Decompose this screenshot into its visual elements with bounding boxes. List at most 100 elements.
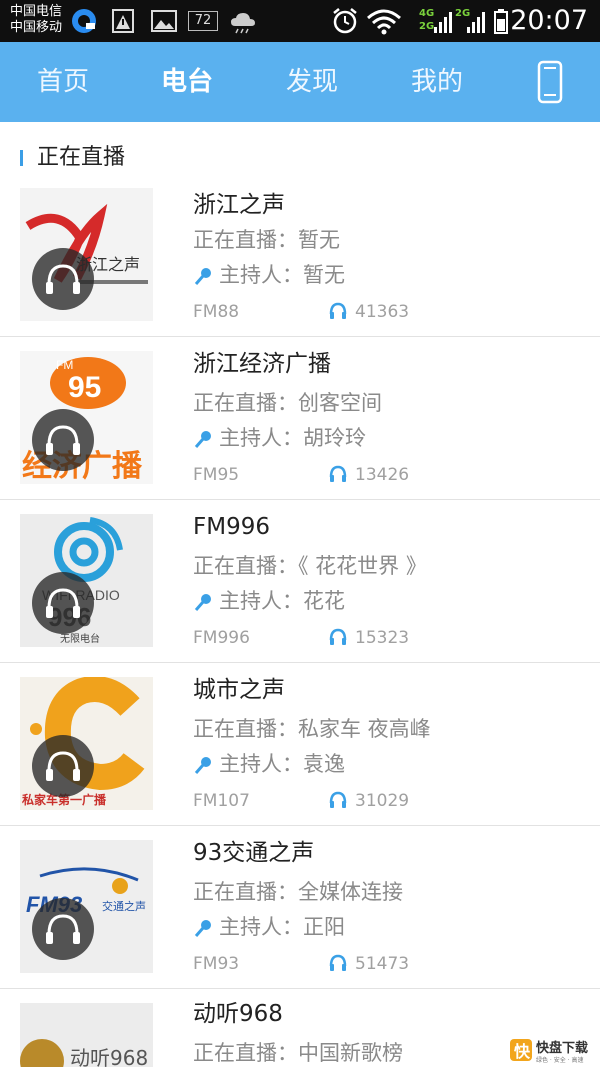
- listener-count: 51473: [328, 953, 409, 975]
- listener-count-value: 13426: [355, 465, 410, 485]
- listener-count: 13426: [328, 464, 409, 486]
- host-line: 主持人：暂无: [193, 261, 345, 289]
- frequency: FM88: [193, 302, 240, 322]
- live-program: 正在直播：创客空间: [193, 389, 382, 417]
- status-bar: 中国电信 中国移动 72 4G 2G 2G 20:07: [0, 0, 600, 42]
- wifi-icon: [367, 9, 401, 35]
- station-logo: FM 95 经济广播: [20, 351, 153, 484]
- phone-device-icon[interactable]: [530, 60, 570, 106]
- station-item[interactable]: WIFI RADIO 996 无限电台 FM996 正在直播：《 花花世界 》 …: [0, 500, 600, 663]
- headphones-icon: [46, 425, 80, 455]
- listener-count: 31029: [328, 790, 409, 812]
- live-program-name: 暂无: [298, 228, 340, 252]
- station-name: 浙江之声: [193, 192, 285, 218]
- host-line: 主持人：花花: [193, 587, 345, 615]
- kuaipan-watermark-logo: 快 快盘下载 绿色 · 安全 · 高速: [510, 1039, 588, 1064]
- microphone-icon: [194, 920, 211, 937]
- station-name: 浙江经济广播: [193, 351, 331, 377]
- station-logo: 私家车第一广播: [20, 677, 153, 810]
- listener-count: 41363: [328, 301, 409, 323]
- carrier-2: 中国移动: [10, 20, 63, 35]
- microphone-icon: [194, 757, 211, 774]
- live-program: 正在直播：中国新歌榜: [193, 1039, 403, 1067]
- notification-badge: 72: [188, 11, 218, 31]
- headphones-icon: [46, 751, 80, 781]
- frequency: FM95: [193, 465, 240, 485]
- station-item[interactable]: 浙江之声 浙江之声 正在直播：暂无 主持人：暂无 FM88 41363: [0, 188, 600, 337]
- host-line: 主持人：正阳: [193, 913, 345, 941]
- host-prefix: 主持人：: [219, 589, 303, 613]
- section-accent-bar: [20, 150, 23, 166]
- play-button[interactable]: [32, 409, 94, 471]
- signal-1-icon: [434, 12, 452, 33]
- play-button[interactable]: [32, 898, 94, 960]
- host-prefix: 主持人：: [219, 915, 303, 939]
- host-name: 袁逸: [303, 752, 345, 776]
- listener-count-value: 31029: [355, 791, 410, 811]
- live-prefix: 正在直播：: [193, 717, 298, 741]
- live-prefix: 正在直播：: [193, 554, 298, 578]
- svg-text:交通之声: 交通之声: [102, 899, 146, 913]
- headphones-small-icon: [329, 302, 347, 319]
- host-prefix: 主持人：: [219, 752, 303, 776]
- section-title: 正在直播: [37, 145, 126, 170]
- station-name: 城市之声: [193, 677, 285, 703]
- svg-text:动听968: 动听968: [70, 1046, 148, 1067]
- play-button[interactable]: [32, 735, 94, 797]
- clock-time: 20:07: [510, 5, 588, 36]
- warning-file-icon: [112, 9, 134, 33]
- listener-count: 15323: [328, 627, 409, 649]
- live-program-name: 全媒体连接: [298, 880, 403, 904]
- microphone-icon: [194, 431, 211, 448]
- live-program-name: 《 花花世界 》: [298, 554, 427, 578]
- microphone-icon: [194, 594, 211, 611]
- tab-mine[interactable]: 我的: [387, 42, 487, 122]
- station-logo: FM93 交通之声: [20, 840, 153, 973]
- svg-text:95: 95: [68, 371, 101, 404]
- station-item[interactable]: FM93 交通之声 93交通之声 正在直播：全媒体连接 主持人：正阳 FM93 …: [0, 826, 600, 989]
- alarm-icon: [333, 8, 357, 34]
- station-item[interactable]: 私家车第一广播 城市之声 正在直播：私家车 夜高峰 主持人：袁逸 FM107 3…: [0, 663, 600, 826]
- svg-text:绿色 · 安全 · 高速: 绿色 · 安全 · 高速: [536, 1056, 583, 1064]
- frequency: FM996: [193, 628, 250, 648]
- live-program: 正在直播：私家车 夜高峰: [193, 715, 431, 743]
- play-button[interactable]: [32, 572, 94, 634]
- live-program: 正在直播：全媒体连接: [193, 878, 403, 906]
- live-program: 正在直播：《 花花世界 》: [193, 552, 427, 580]
- tab-discover[interactable]: 发现: [262, 42, 362, 122]
- station-logo: 动听968: [20, 1003, 153, 1067]
- live-program: 正在直播：暂无: [193, 226, 340, 254]
- signal-2-icon: [467, 12, 485, 33]
- app-q-icon: [72, 9, 96, 33]
- headphones-icon: [46, 914, 80, 944]
- live-prefix: 正在直播：: [193, 1041, 298, 1065]
- carrier-label: 中国电信 中国移动: [10, 4, 62, 36]
- station-name: 93交通之声: [193, 840, 315, 866]
- top-navigation: 首页 电台 发现 我的: [0, 42, 600, 122]
- listener-count-value: 41363: [355, 302, 410, 322]
- station-name: 动听968: [193, 1001, 283, 1027]
- live-prefix: 正在直播：: [193, 880, 298, 904]
- tab-radio[interactable]: 电台: [137, 42, 237, 122]
- microphone-icon: [194, 268, 211, 285]
- host-prefix: 主持人：: [219, 426, 303, 450]
- tab-home[interactable]: 首页: [13, 42, 113, 122]
- frequency: FM107: [193, 791, 250, 811]
- host-name: 暂无: [303, 263, 345, 287]
- host-line: 主持人：袁逸: [193, 750, 345, 778]
- station-item[interactable]: FM 95 经济广播 浙江经济广播 正在直播：创客空间 主持人：胡玲玲 FM95…: [0, 337, 600, 500]
- svg-text:快盘下载: 快盘下载: [536, 1040, 588, 1056]
- headphones-small-icon: [329, 954, 347, 971]
- headphones-small-icon: [329, 465, 347, 482]
- frequency: FM93: [193, 954, 240, 974]
- listener-count-value: 51473: [355, 954, 410, 974]
- play-button[interactable]: [32, 248, 94, 310]
- host-line: 主持人：胡玲玲: [193, 424, 366, 452]
- host-name: 胡玲玲: [303, 426, 366, 450]
- station-name: FM996: [193, 514, 270, 540]
- dongting-968-logo-icon: 动听968: [20, 1003, 153, 1067]
- headphones-icon: [46, 264, 80, 294]
- battery-icon: [494, 9, 508, 34]
- headphones-small-icon: [329, 791, 347, 808]
- station-logo: WIFI RADIO 996 无限电台: [20, 514, 153, 647]
